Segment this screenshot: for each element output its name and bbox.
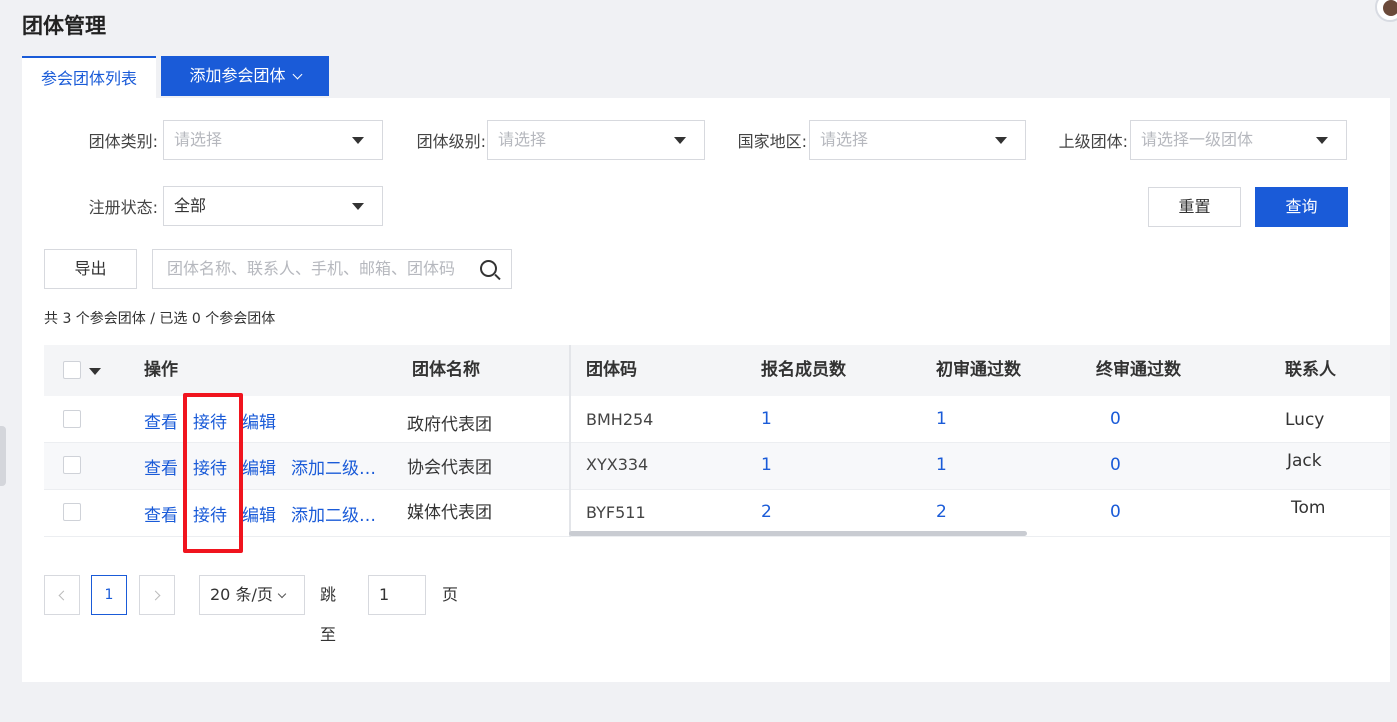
filter-status-select[interactable]: 全部 <box>163 186 383 226</box>
edit-link[interactable]: 编辑 <box>242 501 276 526</box>
fixed-column-divider <box>569 345 571 537</box>
header-final-pass: 终审通过数 <box>1096 360 1181 380</box>
add-subgroup-link[interactable]: 添加二级… <box>291 454 376 479</box>
table-row: 查看 接待 编辑 添加二级… 媒体代表团 BYF511 2 2 0 Tom <box>44 490 1390 537</box>
search-input[interactable]: 团体名称、联系人、手机、邮箱、团体码 <box>152 249 512 289</box>
edit-link[interactable]: 编辑 <box>242 454 276 479</box>
next-page-button[interactable] <box>139 575 175 615</box>
filter-parent-placeholder: 请选择一级团体 <box>1141 130 1254 149</box>
final-pass-count[interactable]: 0 <box>1110 409 1121 429</box>
filter-region-placeholder: 请选择 <box>820 130 869 149</box>
table-row: 查看 接待 编辑 政府代表团 BMH254 1 1 0 Lucy <box>44 396 1390 443</box>
export-button[interactable]: 导出 <box>44 249 137 289</box>
members-count[interactable]: 2 <box>761 502 772 522</box>
chevron-right-icon <box>150 590 161 601</box>
header-first-pass: 初审通过数 <box>936 360 1021 380</box>
horizontal-scrollbar[interactable] <box>569 531 1027 536</box>
row-checkbox[interactable] <box>63 503 81 521</box>
group-name: 协会代表团 <box>407 458 492 478</box>
final-pass-count[interactable]: 0 <box>1110 502 1121 522</box>
first-pass-count[interactable]: 1 <box>936 455 947 475</box>
row-checkbox[interactable] <box>63 410 81 428</box>
group-name: 政府代表团 <box>407 415 492 435</box>
add-subgroup-link[interactable]: 添加二级… <box>291 501 376 526</box>
main-panel: 团体类别: 请选择 团体级别: 请选择 国家地区: 请选择 上级团体: 请选择一… <box>22 98 1390 682</box>
filter-parent-select[interactable]: 请选择一级团体 <box>1130 120 1347 160</box>
contact-name: Tom <box>1291 498 1326 518</box>
filter-type-label: 团体类别: <box>88 132 158 151</box>
caret-down-icon <box>352 203 364 210</box>
jump-label: 跳至 <box>320 585 337 644</box>
filter-level-placeholder: 请选择 <box>498 130 547 149</box>
search-icon[interactable] <box>480 260 497 277</box>
filter-parent-label: 上级团体: <box>1058 132 1128 151</box>
header-members: 报名成员数 <box>761 360 846 380</box>
selection-summary: 共 3 个参会团体 / 已选 0 个参会团体 <box>44 311 276 327</box>
page-number-button[interactable]: 1 <box>91 575 127 615</box>
view-link[interactable]: 查看 <box>144 408 178 433</box>
contact-name: Jack <box>1287 451 1322 471</box>
group-name: 媒体代表团 <box>407 503 492 523</box>
header-actions: 操作 <box>144 360 178 380</box>
reset-button[interactable]: 重置 <box>1148 187 1241 227</box>
page-size-value: 20 条/页 <box>210 585 273 604</box>
final-pass-count[interactable]: 0 <box>1110 455 1121 475</box>
first-pass-count[interactable]: 2 <box>936 502 947 522</box>
filter-level-label: 团体级别: <box>416 132 486 151</box>
group-code: BYF511 <box>586 503 646 522</box>
caret-down-icon <box>352 137 364 144</box>
query-button[interactable]: 查询 <box>1255 187 1348 227</box>
header-code: 团体码 <box>586 360 637 380</box>
search-placeholder: 团体名称、联系人、手机、邮箱、团体码 <box>167 259 456 278</box>
filter-type-placeholder: 请选择 <box>174 130 223 149</box>
page-title: 团体管理 <box>22 14 106 38</box>
page-unit-label: 页 <box>442 585 459 604</box>
filter-region-select[interactable]: 请选择 <box>809 120 1026 160</box>
page-size-select[interactable]: 20 条/页 <box>199 575 305 615</box>
selection-dropdown-icon[interactable] <box>89 368 101 375</box>
add-group-label: 添加参会团体 <box>189 66 286 85</box>
header-name: 团体名称 <box>412 360 480 380</box>
add-group-dropdown-button[interactable]: 添加参会团体 <box>161 56 329 96</box>
row-checkbox[interactable] <box>63 456 81 474</box>
contact-name: Lucy <box>1285 410 1325 430</box>
prev-page-button[interactable] <box>44 575 80 615</box>
tab-group-list[interactable]: 参会团体列表 <box>22 56 156 98</box>
filter-status-value: 全部 <box>174 196 207 215</box>
filter-status-label: 注册状态: <box>88 198 158 217</box>
filter-region-label: 国家地区: <box>737 132 807 151</box>
header-contact: 联系人 <box>1285 360 1336 380</box>
first-pass-count[interactable]: 1 <box>936 409 947 429</box>
members-count[interactable]: 1 <box>761 455 772 475</box>
view-link[interactable]: 查看 <box>144 501 178 526</box>
caret-down-icon <box>1316 137 1328 144</box>
highlight-box <box>183 393 243 553</box>
caret-down-icon <box>674 137 686 144</box>
group-code: BMH254 <box>586 410 654 429</box>
jump-page-input[interactable]: 1 <box>368 575 426 615</box>
side-drawer-handle[interactable] <box>0 426 6 486</box>
caret-down-icon <box>995 137 1007 144</box>
filter-type-select[interactable]: 请选择 <box>163 120 383 160</box>
avatar-image <box>1383 0 1397 16</box>
avatar[interactable] <box>1375 0 1397 22</box>
chevron-down-icon <box>292 69 302 80</box>
table-header: 操作 团体名称 团体码 报名成员数 初审通过数 终审通过数 联系人 <box>44 345 1390 396</box>
members-count[interactable]: 1 <box>761 409 772 429</box>
edit-link[interactable]: 编辑 <box>242 408 276 433</box>
view-link[interactable]: 查看 <box>144 454 178 479</box>
group-table: 操作 团体名称 团体码 报名成员数 初审通过数 终审通过数 联系人 查看 接待 … <box>44 345 1390 537</box>
table-row: 查看 接待 编辑 添加二级… 协会代表团 XYX334 1 1 0 Jack <box>44 443 1390 490</box>
chevron-left-icon <box>58 590 69 601</box>
group-code: XYX334 <box>586 455 649 474</box>
chevron-down-icon <box>277 589 287 599</box>
select-all-checkbox[interactable] <box>63 361 81 379</box>
filter-level-select[interactable]: 请选择 <box>487 120 705 160</box>
